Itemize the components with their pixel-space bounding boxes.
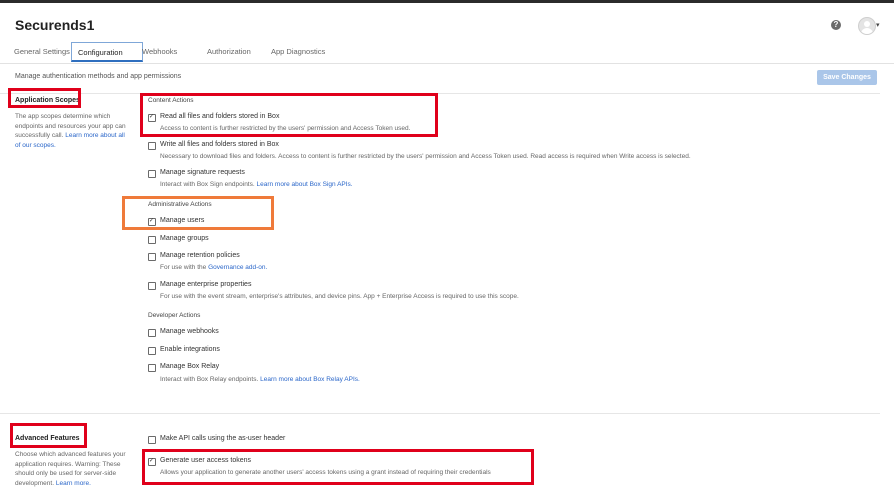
box-relay-checkbox[interactable] (148, 364, 156, 372)
write-files-description: Necessary to download files and folders.… (160, 153, 691, 160)
desc-text: Interact with Box Relay endpoints. (160, 376, 261, 383)
as-user-header-checkbox[interactable] (148, 436, 156, 444)
tab-webhooks[interactable]: Webhooks (142, 42, 177, 62)
chevron-down-icon[interactable]: ▾ (876, 21, 880, 29)
learn-more-scopes-link[interactable]: Learn more about all (65, 132, 125, 139)
signature-requests-label: Manage signature requests (160, 169, 245, 176)
divider (0, 413, 880, 414)
divider (0, 93, 880, 94)
desc-line: development. Learn more. (15, 479, 126, 489)
tab-general-settings[interactable]: General Settings (14, 42, 70, 62)
manage-groups-checkbox[interactable] (148, 236, 156, 244)
app-title: Securends1 (15, 17, 95, 33)
highlight-application-scopes (8, 88, 81, 108)
enable-integrations-label: Enable integrations (160, 346, 220, 353)
manage-webhooks-checkbox[interactable] (148, 329, 156, 337)
advanced-features-description: Choose which advanced features your appl… (15, 450, 126, 488)
write-files-checkbox[interactable] (148, 142, 156, 150)
highlight-advanced-features (10, 423, 87, 448)
tab-configuration[interactable]: Configuration (71, 42, 143, 62)
tab-bar: General Settings Configuration Webhooks … (0, 42, 894, 63)
highlight-content-actions (140, 93, 438, 137)
box-relay-apis-link[interactable]: Learn more about Box Relay APIs. (260, 376, 360, 383)
retention-policies-checkbox[interactable] (148, 253, 156, 261)
desc-line: Choose which advanced features your (15, 451, 126, 458)
desc-line: successfully call. Learn more about all (15, 131, 126, 141)
as-user-header-label: Make API calls using the as-user header (160, 435, 286, 442)
tab-authorization[interactable]: Authorization (207, 42, 251, 62)
tabs-divider (0, 63, 894, 64)
desc-line: The app scopes determine which (15, 113, 111, 120)
learn-more-link[interactable]: Learn more. (56, 480, 91, 487)
developer-actions-header: Developer Actions (148, 312, 201, 319)
enterprise-properties-label: Manage enterprise properties (160, 281, 252, 288)
desc-text: For use with the (160, 264, 209, 271)
learn-more-scopes-link-continued[interactable]: of our scopes. (15, 142, 56, 149)
box-relay-description: Interact with Box Relay endpoints. Learn… (160, 376, 360, 383)
desc-text: development. (15, 479, 56, 487)
enable-integrations-checkbox[interactable] (148, 347, 156, 355)
enterprise-properties-description: For use with the event stream, enterpris… (160, 293, 519, 300)
tab-app-diagnostics[interactable]: App Diagnostics (271, 42, 325, 62)
manage-webhooks-label: Manage webhooks (160, 328, 219, 335)
help-icon[interactable]: ? (831, 20, 841, 30)
desc-line: endpoints and resources your app can (15, 122, 126, 130)
write-files-label: Write all files and folders stored in Bo… (160, 141, 279, 148)
top-strip (0, 0, 894, 3)
avatar[interactable] (858, 17, 876, 35)
highlight-manage-users (122, 196, 274, 230)
signature-requests-description: Interact with Box Sign endpoints. Learn … (160, 181, 353, 188)
manage-groups-label: Manage groups (160, 235, 209, 242)
box-relay-label: Manage Box Relay (160, 363, 220, 370)
retention-policies-label: Manage retention policies (160, 252, 240, 259)
retention-policies-description: For use with the Governance add-on. (160, 264, 267, 271)
desc-text: successfully call. (15, 132, 66, 139)
desc-text: Interact with Box Sign endpoints. (160, 181, 257, 188)
governance-add-on-link[interactable]: Governance add-on. (208, 264, 267, 271)
save-changes-button[interactable]: Save Changes (817, 70, 877, 85)
desc-line: should only be used for server-side (15, 470, 117, 477)
page-subtitle: Manage authentication methods and app pe… (15, 73, 182, 80)
desc-line: application requires. Warning: These (15, 460, 121, 468)
box-sign-apis-link[interactable]: Learn more about Box Sign APIs. (256, 181, 352, 188)
signature-requests-checkbox[interactable] (148, 170, 156, 178)
enterprise-properties-checkbox[interactable] (148, 282, 156, 290)
application-scopes-description: The app scopes determine which endpoints… (15, 112, 126, 150)
highlight-generate-tokens (142, 449, 534, 485)
